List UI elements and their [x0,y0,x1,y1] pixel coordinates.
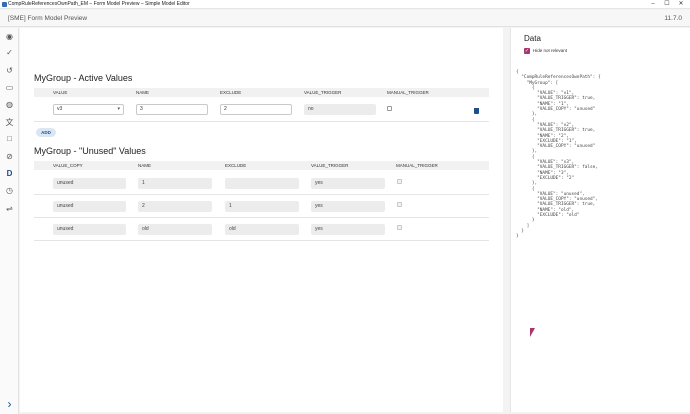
col-value-copy: VALUE_COPY [53,163,83,168]
exclude-field: old [225,224,299,235]
exclude-input[interactable]: 2 [220,104,292,115]
window-titlebar: CompRuleReferencesOwnPath_EM – Form Mode… [0,0,690,9]
manual-trigger-checkbox [397,202,402,207]
check-icon[interactable]: ✓ [3,46,16,59]
row-divider [34,194,489,195]
history-icon[interactable]: ↺ [3,64,16,77]
page-title: [SME] Form Model Preview [8,15,88,22]
d-icon[interactable]: D [3,167,16,180]
value-select[interactable]: v3 ▾ [53,104,124,115]
close-button[interactable]: ✕ [674,0,688,9]
sidebar: ◉ ✓ ↺ ▭ ◍ 文 □ ⊘ D ◷ ⇌ › [0,28,19,414]
unused-values-title: MyGroup - "Unused" Values [34,146,146,156]
row-divider [34,121,489,122]
form-preview: MyGroup - Active Values VALUE NAME EXCLU… [20,28,503,412]
active-values-title: MyGroup - Active Values [34,73,133,83]
mouse-cursor-icon [530,328,535,337]
hide-not-relevant-label: Hide not relevant [533,48,568,53]
col-name: NAME [136,90,150,95]
exclude-field: 1 [225,201,299,212]
palette-icon[interactable]: ◍ [3,98,16,111]
col-exclude: EXCLUDE [220,90,242,95]
eye-icon[interactable]: ◉ [3,30,16,43]
minimize-button[interactable]: – [646,0,660,9]
expand-icon[interactable]: › [3,398,16,411]
chevron-down-icon: ▾ [117,106,120,112]
manual-trigger-checkbox [397,179,402,184]
value-select-text: v3 [57,106,63,112]
data-panel-title: Data [524,34,541,43]
clock-icon[interactable]: ◷ [3,184,16,197]
name-field: 1 [138,178,212,189]
add-button[interactable]: ADD [36,128,56,137]
maximize-button[interactable]: ☐ [660,0,674,9]
app-header: [SME] Form Model Preview 11.7.0 [0,10,690,27]
value-copy-field: unused [53,224,126,235]
value-trigger-field: yes [311,224,385,235]
col-name: NAME [138,163,152,168]
json-data-view: { "CompRuleReferencesOwnPath": { "MyGrou… [516,70,601,240]
truck-icon[interactable]: ▭ [3,81,16,94]
hidden-icon[interactable]: ⊘ [3,150,16,163]
window-title: CompRuleReferencesOwnPath_EM – Form Mode… [8,1,190,7]
name-field: 2 [138,201,212,212]
value-copy-field: unused [53,178,126,189]
hide-not-relevant-checkbox[interactable]: ✓ [524,48,530,54]
col-value: VALUE [53,90,68,95]
version-label: 11.7.0 [664,15,682,22]
manual-trigger-checkbox[interactable] [387,106,392,111]
col-manual-trigger: MANUAL_TRIGGER [387,90,429,95]
translate-icon[interactable]: 文 [3,116,16,129]
manual-trigger-checkbox [397,225,402,230]
exclude-field [225,178,299,189]
app-icon [2,2,7,7]
col-value-trigger: VALUE_TRIGGER [311,163,349,168]
name-input[interactable]: 3 [136,104,208,115]
data-panel: Data ✓ Hide not relevant { "CompRuleRefe… [510,28,690,412]
name-field: old [138,224,212,235]
row-divider [34,240,489,241]
col-exclude: EXCLUDE [225,163,247,168]
square-icon[interactable]: □ [3,132,16,145]
col-value-trigger: VALUE_TRIGGER [304,90,342,95]
value-trigger-field: yes [311,178,385,189]
settings-icon[interactable]: ⇌ [3,202,16,215]
col-manual-trigger: MANUAL_TRIGGER [396,163,438,168]
delete-icon[interactable] [474,108,479,114]
value-trigger-field: no [304,104,376,115]
row-divider [34,217,489,218]
value-copy-field: unused [53,201,126,212]
value-trigger-field: yes [311,201,385,212]
